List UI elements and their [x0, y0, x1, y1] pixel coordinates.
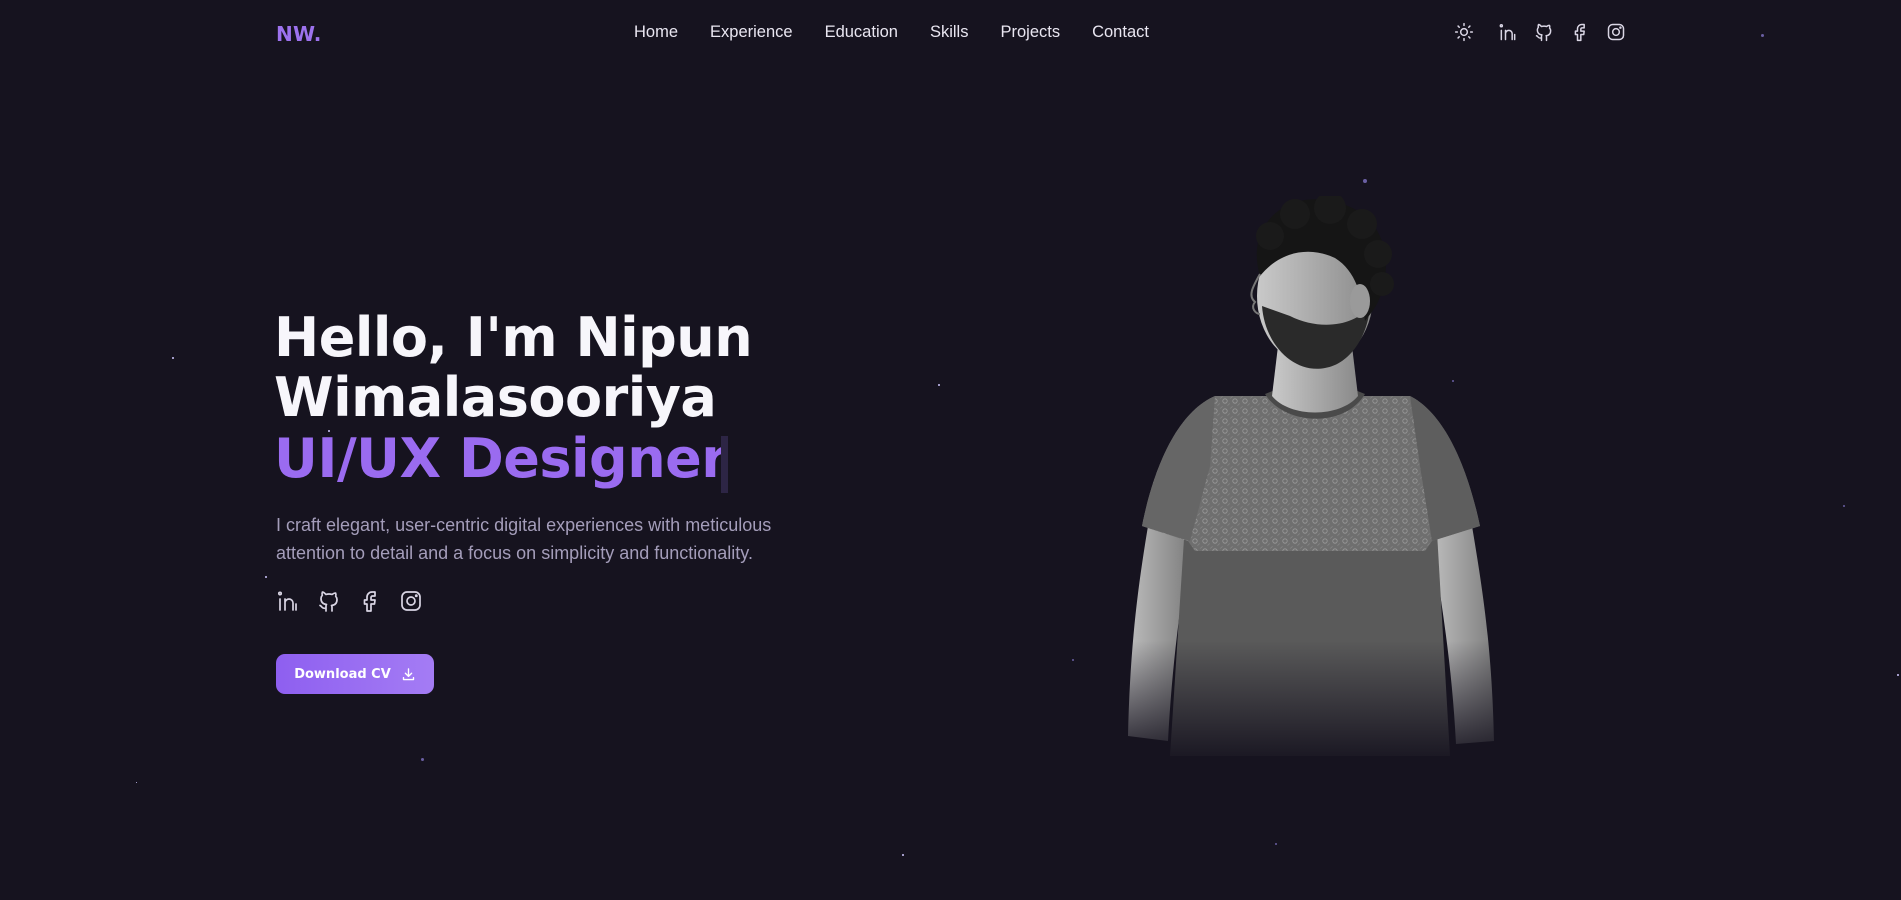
navbar: NW. Home Experience Education Skills Pro… — [0, 0, 1901, 68]
star-decoration — [1275, 843, 1277, 845]
star-decoration — [1363, 179, 1367, 183]
nav-link-experience[interactable]: Experience — [710, 23, 793, 42]
hero-role: UI/UX Designer — [274, 427, 728, 490]
linkedin-icon[interactable] — [276, 589, 300, 613]
hero-title-line-1: Hello, I'm Nipun — [274, 306, 753, 369]
hero-title: Hello, I'm Nipun Wimalasooriya — [274, 308, 834, 428]
page: NW. Home Experience Education Skills Pro… — [0, 0, 1901, 900]
star-decoration — [172, 357, 174, 359]
nav-links: Home Experience Education Skills Project… — [634, 23, 1181, 42]
linkedin-icon[interactable] — [1498, 22, 1518, 42]
nav-link-education[interactable]: Education — [825, 23, 898, 42]
star-decoration — [938, 384, 940, 386]
logo[interactable]: NW. — [276, 22, 322, 46]
star-decoration — [265, 576, 267, 578]
star-decoration — [902, 854, 904, 856]
instagram-icon[interactable] — [399, 589, 423, 613]
nav-link-skills[interactable]: Skills — [930, 23, 969, 42]
facebook-icon[interactable] — [1570, 22, 1590, 42]
github-icon[interactable] — [317, 589, 341, 613]
star-decoration — [1072, 659, 1074, 661]
nav-link-home[interactable]: Home — [634, 23, 678, 42]
download-cv-label: Download CV — [294, 666, 391, 682]
nav-link-projects[interactable]: Projects — [1000, 23, 1060, 42]
download-icon — [401, 667, 416, 682]
star-decoration — [421, 758, 424, 761]
download-cv-button[interactable]: Download CV — [276, 654, 434, 694]
instagram-icon[interactable] — [1606, 22, 1626, 42]
facebook-icon[interactable] — [358, 589, 382, 613]
typing-cursor — [721, 436, 728, 493]
nav-icons — [1454, 22, 1642, 42]
sun-icon[interactable] — [1454, 22, 1474, 42]
star-decoration — [136, 782, 137, 783]
star-decoration — [1843, 505, 1845, 507]
hero-social-links — [276, 589, 440, 613]
profile-photo — [1120, 196, 1500, 766]
hero-title-line-2: Wimalasooriya — [274, 366, 717, 429]
star-decoration — [1897, 674, 1899, 676]
nav-link-contact[interactable]: Contact — [1092, 23, 1149, 42]
hero-description: I craft elegant, user-centric digital ex… — [276, 515, 772, 563]
github-icon[interactable] — [1534, 22, 1554, 42]
